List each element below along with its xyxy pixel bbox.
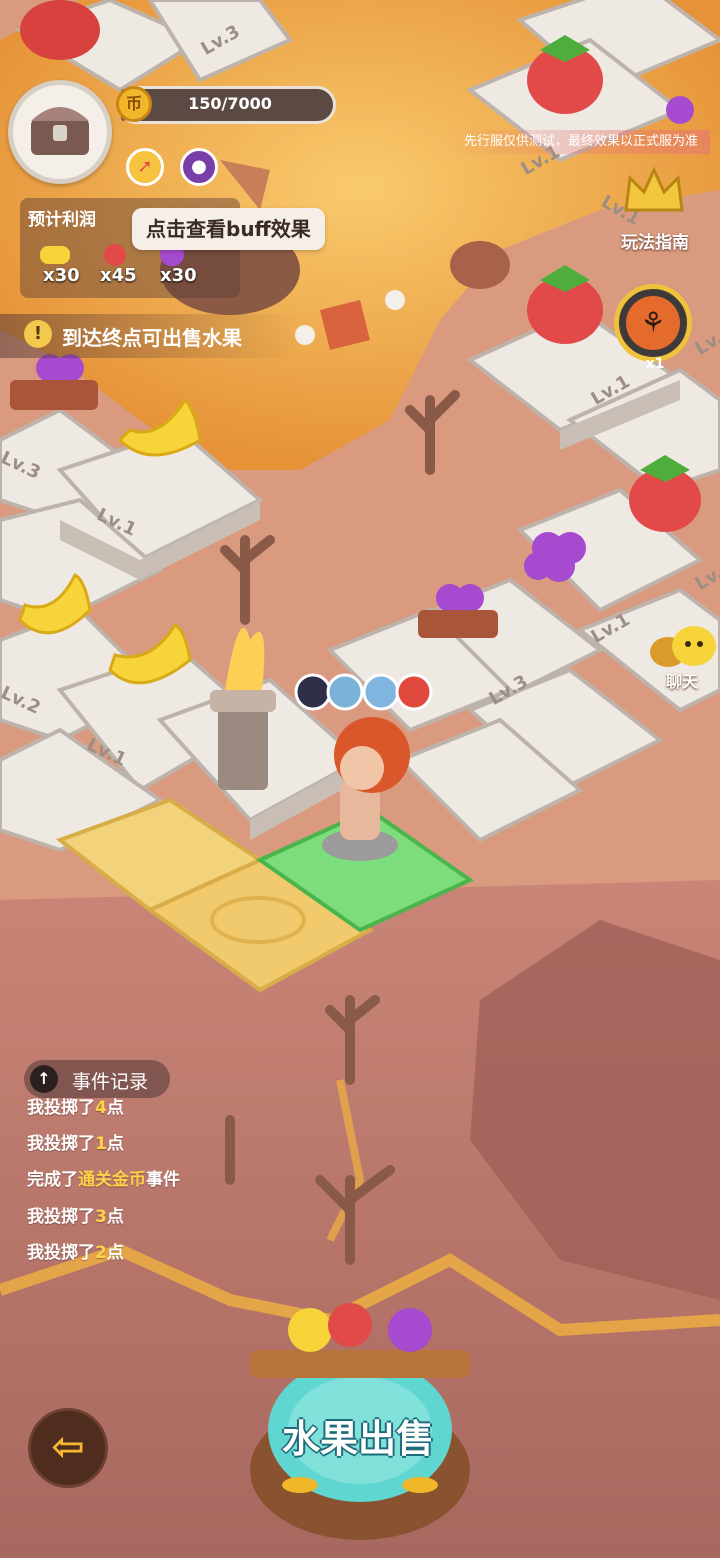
chat-label[interactable]: 聊天	[652, 668, 712, 692]
profit-strawberry-count: x45	[100, 265, 137, 286]
profit-banana-count: x30	[43, 265, 80, 286]
coin-icon: 币	[116, 86, 152, 122]
chat-bubble-icon	[650, 626, 716, 667]
grape-buff-icon[interactable]: ●	[180, 148, 218, 186]
skill-count: x1	[645, 356, 665, 372]
profit-label: 预计利润	[28, 210, 96, 230]
back-button[interactable]: ⇦	[28, 1408, 108, 1488]
event-log-line: 我投掷了4点	[27, 1098, 124, 1118]
coin-count: 150/7000	[188, 94, 272, 113]
profit-grape-count: x30	[160, 265, 197, 286]
back-arrow-icon: ⇦	[51, 1424, 85, 1470]
chat-button[interactable]	[648, 624, 720, 672]
treasure-chest-icon	[31, 107, 89, 155]
game-stage: Lv.3 Lv.1 Lv.3 Lv.1 Lv.2 Lv.1 Lv.3 Lv.1 …	[0, 0, 720, 1558]
event-log-line: 我投掷了3点	[27, 1207, 124, 1227]
tip-text: 到达终点可出售水果	[62, 326, 242, 350]
test-server-notice: 先行服仅供测试，最终效果以正式服为准	[440, 130, 710, 154]
event-log-line: 我投掷了2点	[27, 1243, 124, 1263]
strawberry-icon	[104, 244, 126, 266]
crown-icon	[624, 166, 684, 212]
arrow-up-icon: ↑	[30, 1065, 58, 1093]
event-log-line: 完成了通关金币事件	[27, 1170, 180, 1190]
banana-icon	[40, 246, 70, 264]
guide-label[interactable]: 玩法指南	[612, 228, 698, 253]
event-log-title: 事件记录	[72, 1071, 149, 1093]
exclamation-icon: !	[24, 320, 52, 348]
banana-buff-icon[interactable]: ➚	[126, 148, 164, 186]
event-log-line: 我投掷了1点	[27, 1134, 124, 1154]
runner-icon: ⚘	[626, 296, 680, 350]
event-log-header[interactable]: ↑ 事件记录	[24, 1060, 170, 1098]
guide-button[interactable]	[620, 160, 688, 224]
buff-tooltip[interactable]: 点击查看buff效果	[132, 208, 325, 250]
sell-fruit-button[interactable]: 水果出售	[270, 1408, 446, 1463]
treasure-chest-button[interactable]	[8, 80, 112, 184]
